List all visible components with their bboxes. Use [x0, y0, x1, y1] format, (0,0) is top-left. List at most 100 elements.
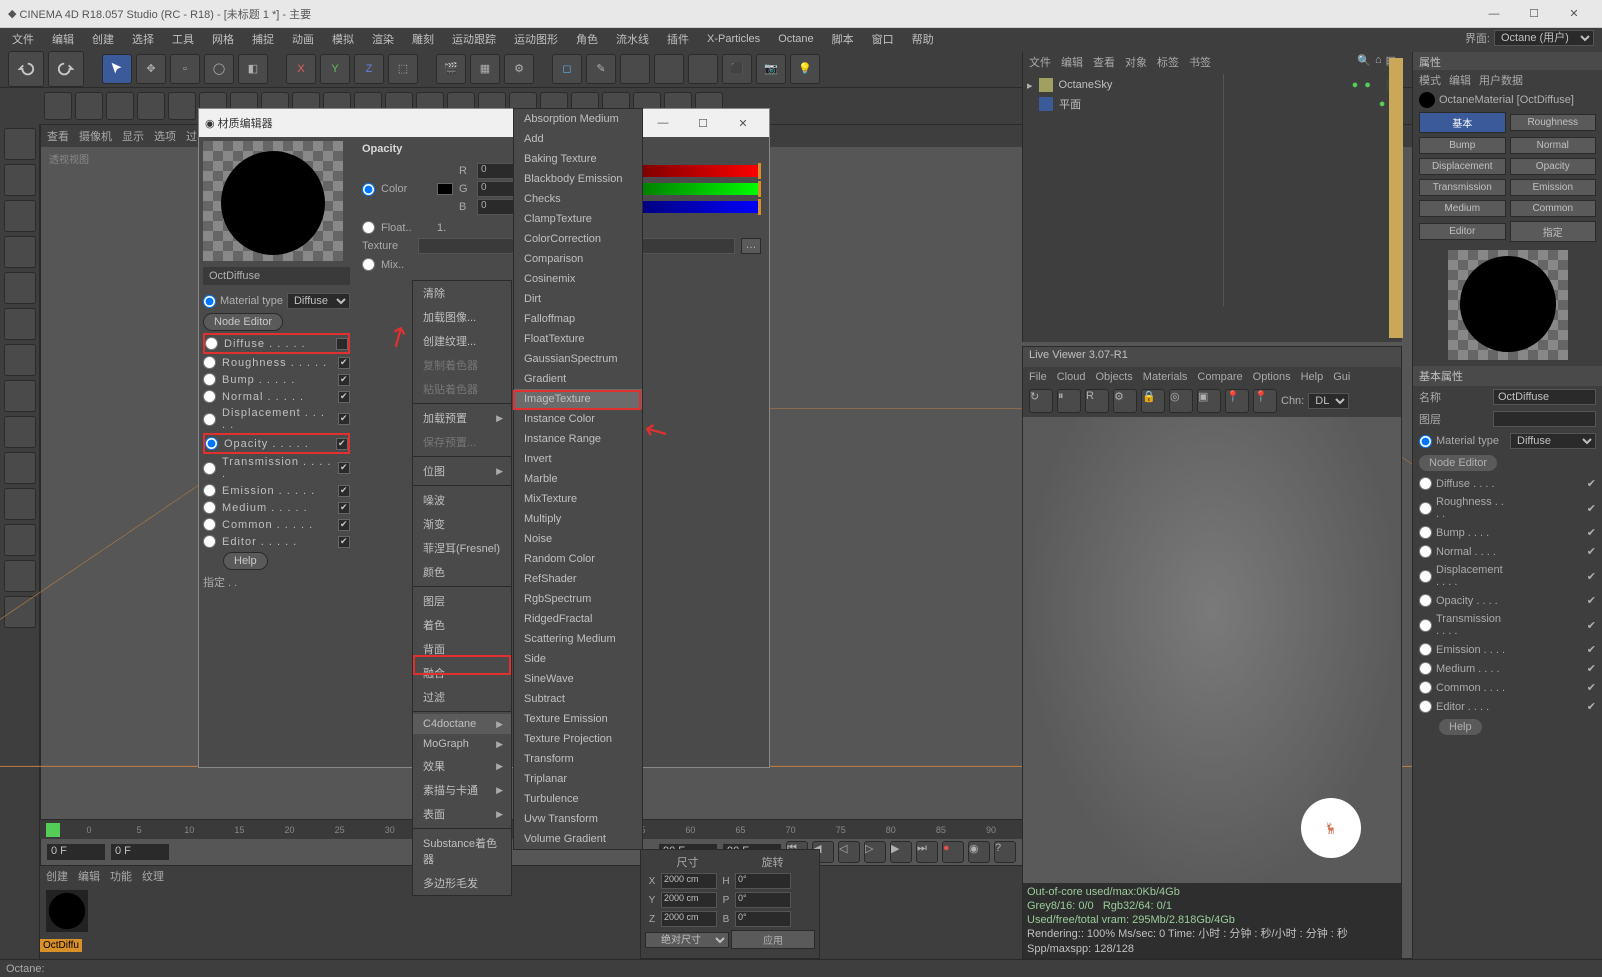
- select-tool[interactable]: [102, 54, 132, 84]
- omtab-书签[interactable]: 书签: [1189, 54, 1211, 70]
- tree-item-plane[interactable]: 平面●●: [1027, 94, 1398, 114]
- menu-编辑[interactable]: 编辑: [44, 29, 82, 49]
- dialog-minimize[interactable]: —: [643, 109, 683, 137]
- autokey[interactable]: ◉: [968, 841, 990, 863]
- step-fwd[interactable]: ▶: [890, 841, 912, 863]
- ctx-清除[interactable]: 清除: [413, 281, 511, 305]
- attrtab-Common[interactable]: Common: [1510, 200, 1597, 217]
- attrs-node-editor[interactable]: Node Editor: [1419, 455, 1497, 471]
- attrs-type-radio[interactable]: [1419, 435, 1432, 448]
- mode-btn-3[interactable]: [4, 236, 36, 268]
- size-z[interactable]: 2000 cm: [661, 911, 717, 927]
- subctx-FloatTexture[interactable]: FloatTexture: [514, 329, 642, 349]
- attrs-name-input[interactable]: OctDiffuse: [1493, 389, 1596, 405]
- camera[interactable]: 📷: [756, 54, 786, 84]
- size-x[interactable]: 2000 cm: [661, 873, 717, 889]
- float-radio[interactable]: [362, 221, 375, 234]
- subctx-Gradient[interactable]: Gradient: [514, 369, 642, 389]
- mode-btn-10[interactable]: [4, 488, 36, 520]
- ctx-表面[interactable]: 表面▶: [413, 802, 511, 826]
- menu-运动图形[interactable]: 运动图形: [506, 29, 566, 49]
- cube-primitive[interactable]: ◻: [552, 54, 582, 84]
- achannel-Medium[interactable]: Medium . . . .✔: [1413, 659, 1602, 678]
- menu-选择[interactable]: 选择: [124, 29, 162, 49]
- attrtab-指定[interactable]: 指定: [1510, 221, 1597, 242]
- ctx-菲涅耳(Fresnel)[interactable]: 菲涅耳(Fresnel): [413, 536, 511, 560]
- node-editor-button[interactable]: Node Editor: [203, 313, 283, 331]
- subctx-Comparison[interactable]: Comparison: [514, 249, 642, 269]
- key-opts[interactable]: ?: [994, 841, 1016, 863]
- achannel-Transmission[interactable]: Transmission . . . .✔: [1413, 610, 1602, 640]
- mode-btn-5[interactable]: [4, 308, 36, 340]
- mode-btn-6[interactable]: [4, 344, 36, 376]
- lvmenu-Cloud[interactable]: Cloud: [1057, 371, 1086, 383]
- subctx-ImageTexture[interactable]: ImageTexture: [514, 389, 642, 409]
- layout-dropdown[interactable]: Octane (用户): [1494, 30, 1594, 46]
- lv-lock[interactable]: 🔒: [1141, 389, 1165, 413]
- channel-common[interactable]: Common . . . . .: [203, 516, 350, 533]
- deformer[interactable]: [688, 54, 718, 84]
- subctx-Texture Projection[interactable]: Texture Projection: [514, 729, 642, 749]
- subctx-ColorCorrection[interactable]: ColorCorrection: [514, 229, 642, 249]
- menu-捕捉[interactable]: 捕捉: [244, 29, 282, 49]
- attrtab-Editor[interactable]: Editor: [1419, 223, 1506, 240]
- achannel-Bump[interactable]: Bump . . . .✔: [1413, 523, 1602, 542]
- atab-编辑[interactable]: 编辑: [1449, 72, 1471, 88]
- subctx-Falloffmap[interactable]: Falloffmap: [514, 309, 642, 329]
- mode-btn-11[interactable]: [4, 524, 36, 556]
- mode-btn-7[interactable]: [4, 380, 36, 412]
- render-region[interactable]: ▦: [470, 54, 500, 84]
- achannel-Diffuse[interactable]: Diffuse . . . .✔: [1413, 474, 1602, 493]
- search-icon[interactable]: 🔍: [1357, 54, 1371, 67]
- achannel-Editor[interactable]: Editor . . . .✔: [1413, 697, 1602, 716]
- lv-canvas[interactable]: 🦌: [1023, 417, 1401, 898]
- r-field[interactable]: 0: [477, 163, 517, 179]
- omtab-文件[interactable]: 文件: [1029, 54, 1051, 70]
- channel-emission[interactable]: Emission . . . . .: [203, 482, 350, 499]
- mode-btn-12[interactable]: [4, 560, 36, 592]
- ctx-创建纹理...[interactable]: 创建纹理...: [413, 329, 511, 353]
- vptab-过[interactable]: 过: [186, 128, 197, 144]
- chn-select[interactable]: DL: [1308, 393, 1349, 409]
- menu-模拟[interactable]: 模拟: [324, 29, 362, 49]
- menu-窗口[interactable]: 窗口: [864, 29, 902, 49]
- texture-browse[interactable]: …: [741, 238, 761, 254]
- octane-btn-3[interactable]: [137, 92, 165, 120]
- attrtab-Opacity[interactable]: Opacity: [1510, 158, 1597, 175]
- recent-tool[interactable]: ◧: [238, 54, 268, 84]
- subctx-Multiply[interactable]: Multiply: [514, 509, 642, 529]
- lv-refresh[interactable]: ↻: [1029, 389, 1053, 413]
- subctx-Random Color[interactable]: Random Color: [514, 549, 642, 569]
- rot-h[interactable]: 0°: [735, 873, 791, 889]
- subctx-Invert[interactable]: Invert: [514, 449, 642, 469]
- mattab-功能[interactable]: 功能: [110, 868, 132, 884]
- timeline-marker[interactable]: [46, 823, 60, 837]
- lv-pause[interactable]: ⏸: [1057, 389, 1081, 413]
- rotate-tool[interactable]: ◯: [204, 54, 234, 84]
- subctx-Turbulence[interactable]: Turbulence: [514, 789, 642, 809]
- subctx-Scattering Medium[interactable]: Scattering Medium: [514, 629, 642, 649]
- lv-pin2[interactable]: 📍: [1253, 389, 1277, 413]
- subctx-Transform[interactable]: Transform: [514, 749, 642, 769]
- ctx-着色[interactable]: 着色: [413, 613, 511, 637]
- menu-帮助[interactable]: 帮助: [904, 29, 942, 49]
- dialog-maximize[interactable]: ☐: [683, 109, 723, 137]
- omtab-标签[interactable]: 标签: [1157, 54, 1179, 70]
- axis-z-toggle[interactable]: Z: [354, 54, 384, 84]
- lvmenu-Help[interactable]: Help: [1301, 371, 1324, 383]
- achannel-Common[interactable]: Common . . . .✔: [1413, 678, 1602, 697]
- menu-插件[interactable]: 插件: [659, 29, 697, 49]
- mode-btn-0[interactable]: [4, 128, 36, 160]
- lv-region[interactable]: ▣: [1197, 389, 1221, 413]
- play-fwd[interactable]: ▷: [864, 841, 886, 863]
- g-field[interactable]: 0: [477, 181, 517, 197]
- ctx-素描与卡通[interactable]: 素描与卡通▶: [413, 778, 511, 802]
- menu-脚本[interactable]: 脚本: [824, 29, 862, 49]
- achannel-Displacement[interactable]: Displacement . . . .✔: [1413, 561, 1602, 591]
- render-settings[interactable]: ⚙: [504, 54, 534, 84]
- generator-2[interactable]: [654, 54, 684, 84]
- subctx-Cosinemix[interactable]: Cosinemix: [514, 269, 642, 289]
- coord-mode[interactable]: 绝对尺寸: [645, 932, 729, 948]
- redo-button[interactable]: [48, 51, 84, 87]
- move-tool[interactable]: ✥: [136, 54, 166, 84]
